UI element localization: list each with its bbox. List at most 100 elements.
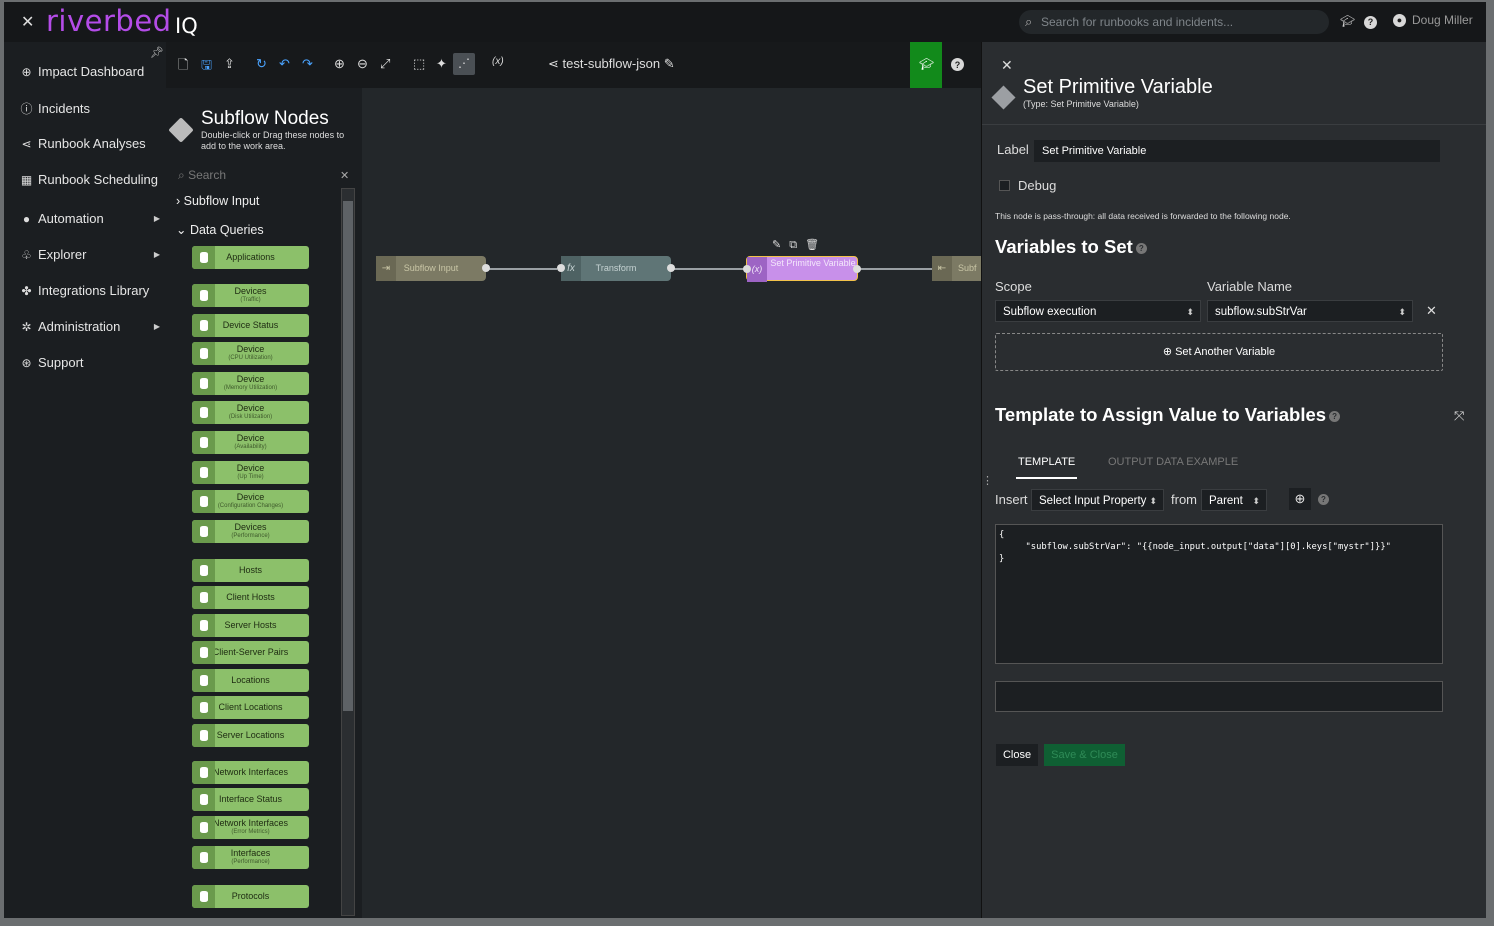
- palette-node[interactable]: Interface Status: [192, 788, 309, 811]
- refresh-icon[interactable]: ↻: [256, 56, 267, 72]
- undo-icon[interactable]: ↶: [279, 56, 290, 72]
- input-port[interactable]: [743, 265, 751, 273]
- canvas-node-set-primitive-variable[interactable]: (x) Set Primitive Variable: [743, 256, 861, 282]
- palette-node[interactable]: Applications: [192, 246, 309, 269]
- output-port[interactable]: [853, 265, 861, 273]
- magic-icon[interactable]: ✦: [436, 56, 447, 72]
- user-menu[interactable]: ● Doug Miller: [1393, 13, 1473, 27]
- palette-node[interactable]: Server Locations: [192, 724, 309, 747]
- palette-node[interactable]: Hosts: [192, 559, 309, 582]
- help-icon[interactable]: ?: [1364, 14, 1377, 29]
- expand-icon[interactable]: ⤧: [1454, 408, 1464, 424]
- palette-node[interactable]: Devices (Performance): [192, 520, 309, 543]
- help-icon[interactable]: ?: [1329, 410, 1341, 422]
- palette-node[interactable]: Device (Memory Utilization): [192, 372, 309, 395]
- label-input[interactable]: Set Primitive Variable: [1034, 140, 1440, 162]
- variable-name-select[interactable]: subflow.subStrVar ⬍: [1207, 300, 1413, 322]
- from-select[interactable]: Parent ⬍: [1201, 489, 1267, 511]
- output-port[interactable]: [482, 264, 490, 272]
- new-file-icon[interactable]: 🗋︎: [178, 56, 188, 78]
- group-label: Data Queries: [189, 223, 264, 237]
- variables-button[interactable]: (x): [492, 56, 504, 67]
- palette-node[interactable]: Devices (Traffic): [192, 284, 309, 307]
- select-area-icon[interactable]: ⬚: [413, 56, 425, 72]
- nav-item-automation[interactable]: ● Automation ▶: [20, 211, 160, 226]
- nav-item-runbook-scheduling[interactable]: ▦ Runbook Scheduling: [20, 172, 160, 187]
- nav-item-impact-dashboard[interactable]: ⊕ Impact Dashboard: [20, 64, 160, 79]
- clear-search-icon[interactable]: ✕: [340, 169, 349, 182]
- palette-node[interactable]: Network Interfaces (Error Metrics): [192, 816, 309, 839]
- palette-node[interactable]: Client-Server Pairs: [192, 641, 309, 664]
- copy-icon[interactable]: ⧉: [789, 239, 805, 251]
- top-bar: ✕ riverbed IQ ⌕ Search for runbooks and …: [4, 2, 1486, 42]
- edit-icon[interactable]: ✎: [772, 239, 789, 251]
- zoom-in-icon[interactable]: ⊕: [334, 56, 345, 72]
- insert-property-select[interactable]: Select Input Property ⬍: [1031, 489, 1164, 511]
- remove-variable-icon[interactable]: ✕: [1426, 303, 1437, 319]
- insert-caption: Insert: [995, 492, 1028, 507]
- help-icon[interactable]: ?: [1318, 494, 1329, 505]
- palette-node[interactable]: Device (Configuration Changes): [192, 490, 309, 513]
- gear-icon: ✲: [21, 319, 32, 334]
- palette-node-label: Device Status: [222, 320, 279, 330]
- resize-handle-icon[interactable]: ⋮: [982, 474, 993, 487]
- global-search-input[interactable]: ⌕ Search for runbooks and incidents...: [1019, 10, 1329, 34]
- canvas-node-transform[interactable]: fx Transform: [557, 256, 675, 281]
- tab-template[interactable]: TEMPLATE: [1018, 456, 1075, 468]
- secondary-text-area[interactable]: [995, 681, 1443, 712]
- palette-node[interactable]: Interfaces (Performance): [192, 846, 309, 869]
- flow-name[interactable]: ⋖ test-subflow-json ✎: [548, 56, 675, 72]
- tab-output-data-example[interactable]: OUTPUT DATA EXAMPLE: [1108, 456, 1238, 468]
- nav-item-explorer[interactable]: ♧ Explorer ▶: [20, 247, 160, 262]
- delete-icon[interactable]: 🗑︎: [805, 239, 827, 251]
- nav-item-runbook-analyses[interactable]: ⋖ Runbook Analyses: [20, 136, 160, 151]
- palette-search-input[interactable]: ⌕ Search: [178, 168, 226, 183]
- group-subflow-input[interactable]: › Subflow Input: [176, 194, 259, 208]
- work-area-canvas[interactable]: ⇥ Subflow Input fx Transform ✎⧉🗑︎ (x) Set P…: [362, 88, 1012, 918]
- group-data-queries[interactable]: ⌄ Data Queries: [176, 222, 264, 237]
- canvas-node-subflow-input[interactable]: ⇥ Subflow Input: [376, 256, 490, 281]
- export-icon[interactable]: ⇪: [224, 56, 235, 72]
- help-icon[interactable]: ?: [951, 58, 964, 71]
- insert-add-button[interactable]: ⊕: [1289, 488, 1311, 510]
- palette-node[interactable]: Server Hosts: [192, 614, 309, 637]
- input-port[interactable]: [557, 264, 565, 272]
- palette-node[interactable]: Device (Disk Utilization): [192, 401, 309, 424]
- save-icon[interactable]: 🖫︎: [201, 56, 212, 78]
- palette-scrollbar[interactable]: [341, 188, 355, 916]
- palette-node[interactable]: Locations: [192, 669, 309, 692]
- scrollbar-thumb[interactable]: [343, 201, 353, 711]
- palette-node[interactable]: Client Hosts: [192, 586, 309, 609]
- scope-select[interactable]: Subflow execution ⬍: [995, 300, 1201, 322]
- palette-node[interactable]: Device Status: [192, 314, 309, 337]
- close-panel-icon[interactable]: ✕: [1001, 57, 1013, 74]
- nav-item-administration[interactable]: ✲ Administration ▶: [20, 319, 160, 334]
- nav-label: Runbook Scheduling: [38, 172, 158, 187]
- palette-node[interactable]: Device (Up Time): [192, 461, 309, 484]
- pin-icon[interactable]: 📌︎: [150, 46, 164, 59]
- close-app-icon[interactable]: ✕: [21, 12, 34, 32]
- nav-item-integrations-library[interactable]: ✤ Integrations Library: [20, 283, 160, 298]
- save-close-button[interactable]: Save & Close: [1044, 744, 1125, 766]
- learning-icon[interactable]: 🎓︎: [1340, 14, 1355, 28]
- palette-node[interactable]: Protocols: [192, 885, 309, 908]
- designer-toolbar: 🗋︎ 🖫︎ ⇪ ↻ ↶ ↷ ⊕ ⊖ ⤢ ⬚ ✦ ⋰ (x) ⋖ test-sub…: [166, 42, 981, 96]
- output-port[interactable]: [667, 264, 675, 272]
- nav-item-incidents[interactable]: ⓘ Incidents: [20, 100, 160, 117]
- template-editor[interactable]: { "subflow.subStrVar": "{{node_input.out…: [995, 524, 1443, 664]
- zoom-out-icon[interactable]: ⊖: [357, 56, 368, 72]
- redo-icon[interactable]: ↷: [302, 56, 313, 72]
- palette-node[interactable]: Device (Availability): [192, 431, 309, 454]
- chevron-right-icon: ▶: [153, 322, 160, 331]
- palette-node[interactable]: Device (CPU Utilization): [192, 342, 309, 365]
- close-button[interactable]: Close: [996, 744, 1038, 766]
- connect-mode-button[interactable]: ⋰: [453, 53, 475, 75]
- debug-checkbox[interactable]: [999, 180, 1010, 191]
- palette-node[interactable]: Client Locations: [192, 696, 309, 719]
- help-icon[interactable]: ?: [1135, 242, 1147, 254]
- palette-node[interactable]: Network Interfaces: [192, 761, 309, 784]
- edit-pencil-icon[interactable]: ✎: [664, 56, 675, 71]
- nav-item-support[interactable]: ⊛ Support: [20, 355, 160, 370]
- set-another-variable-button[interactable]: ⊕ Set Another Variable: [995, 333, 1443, 371]
- fit-screen-icon[interactable]: ⤢: [380, 56, 390, 72]
